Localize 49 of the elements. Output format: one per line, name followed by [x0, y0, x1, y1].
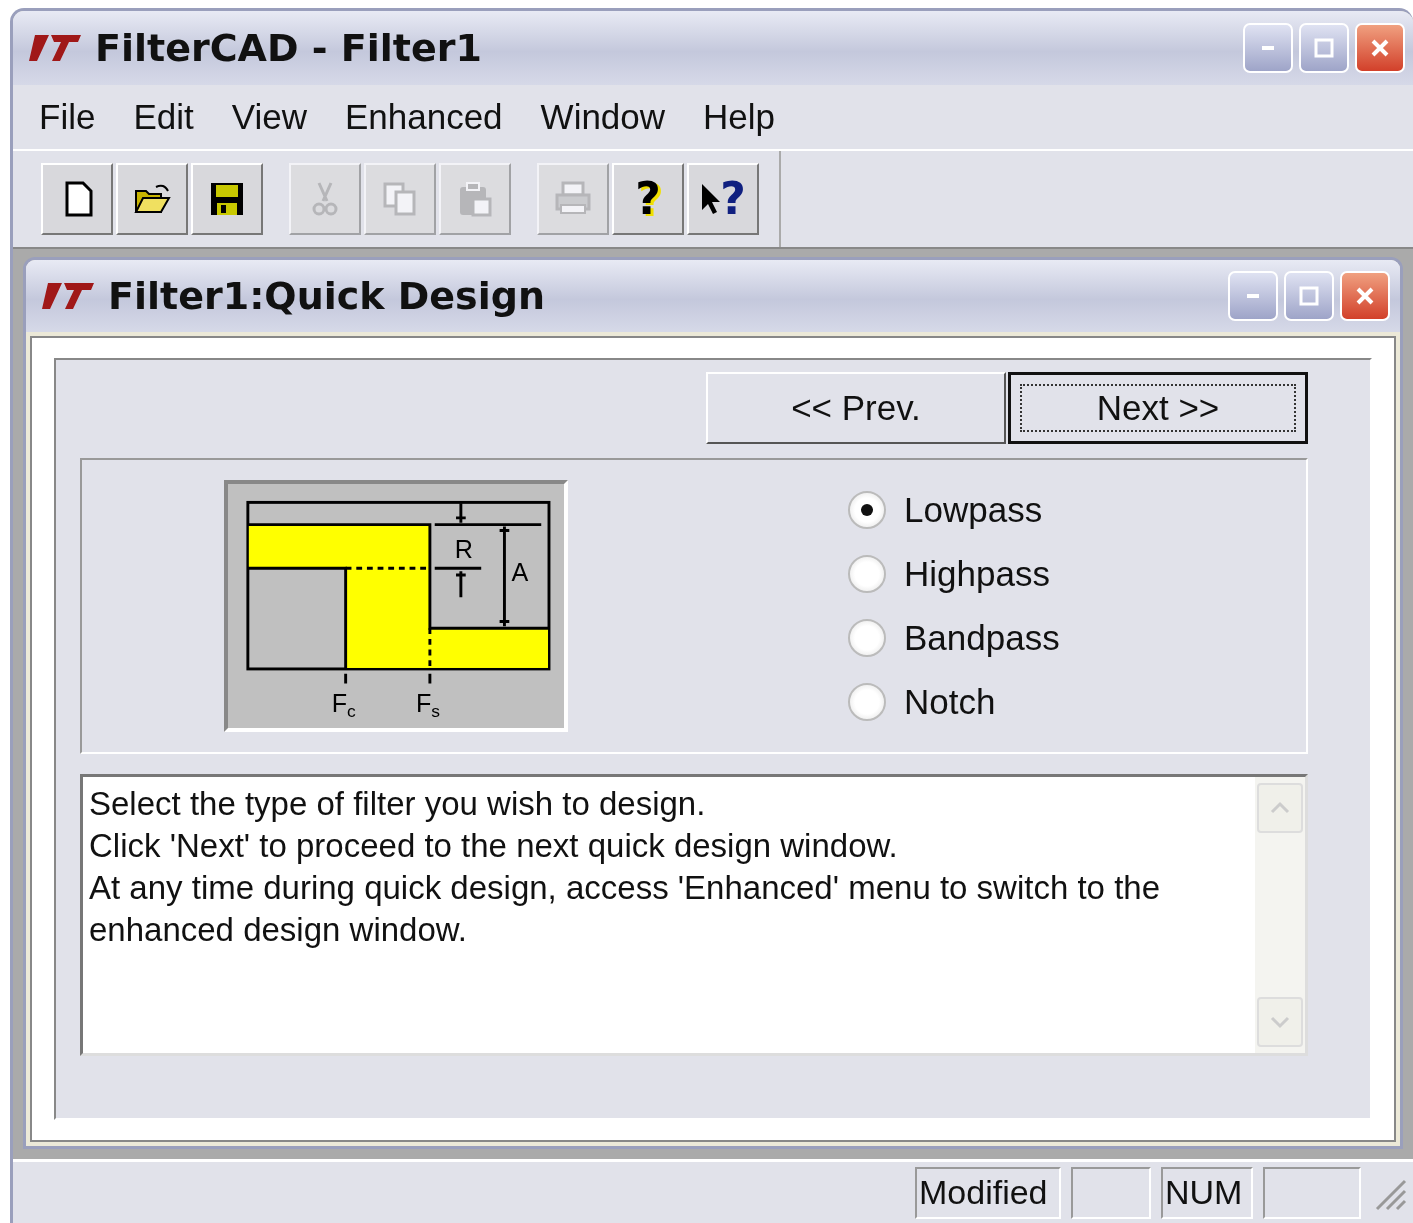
maximize-button[interactable]: [1299, 23, 1349, 73]
diagram-label: F$_{s}$: [415, 689, 440, 722]
description-line: At any time during quick design, access 'Enhanced' menu to switch to the enhanced design window.: [89, 868, 1162, 950]
pointer-icon: [700, 182, 721, 216]
minimize-icon: [1262, 46, 1274, 50]
close-button[interactable]: [1340, 271, 1390, 321]
scroll-up-button[interactable]: [1257, 783, 1303, 833]
maximize-icon: [1298, 285, 1320, 307]
menu-item[interactable]: Enhanced: [344, 90, 503, 144]
status-pane: Modified: [915, 1166, 1061, 1219]
menu-item[interactable]: Edit: [133, 90, 194, 144]
close-icon: [1369, 37, 1391, 59]
radio-option[interactable]: Highpass: [848, 552, 1060, 596]
close-icon: [1354, 285, 1376, 307]
diagram-label: A: [511, 557, 529, 586]
diagram-label: R: [454, 534, 473, 563]
diagram-label: F$_{c}$: [331, 689, 356, 722]
menu-item[interactable]: File: [39, 90, 96, 144]
new-button[interactable]: [41, 163, 113, 235]
logo-icon: [29, 35, 81, 61]
open-button[interactable]: [116, 163, 188, 235]
description-line: Select the type of filter you wish to design.: [89, 784, 707, 824]
prev-button[interactable]: << Prev.: [706, 372, 1006, 444]
menu-item[interactable]: View: [231, 90, 307, 144]
scroll-down-button[interactable]: [1257, 997, 1303, 1047]
maximize-button[interactable]: [1284, 271, 1334, 321]
radio-option[interactable]: Notch: [848, 680, 1060, 724]
next-button[interactable]: Next >>: [1008, 372, 1308, 444]
radio-option[interactable]: Lowpass: [848, 488, 1060, 532]
minimize-icon: [1247, 294, 1259, 298]
minimize-button[interactable]: [1228, 271, 1278, 321]
window-title: Filter1:Quick Design: [108, 272, 545, 320]
window-title: FilterCAD - Filter1: [95, 24, 482, 72]
radio-button[interactable]: [848, 619, 886, 657]
close-button[interactable]: [1355, 23, 1405, 73]
radio-button[interactable]: [848, 491, 886, 529]
logo-icon: [42, 283, 94, 309]
minimize-button[interactable]: [1243, 23, 1293, 73]
context-help-button[interactable]: ?: [687, 163, 759, 235]
maximize-icon: [1313, 37, 1335, 59]
menu-item[interactable]: Help: [703, 90, 776, 144]
radio-option[interactable]: Bandpass: [848, 616, 1060, 660]
radio-button[interactable]: [848, 683, 886, 721]
status-pane: NUM: [1161, 1166, 1253, 1219]
radio-button[interactable]: [848, 555, 886, 593]
description-line: Click 'Next' to proceed to the next quick design window.: [89, 826, 899, 866]
menu-item[interactable]: Window: [540, 90, 666, 144]
save-button[interactable]: [191, 163, 263, 235]
help-button[interactable]: ?: [612, 163, 684, 235]
